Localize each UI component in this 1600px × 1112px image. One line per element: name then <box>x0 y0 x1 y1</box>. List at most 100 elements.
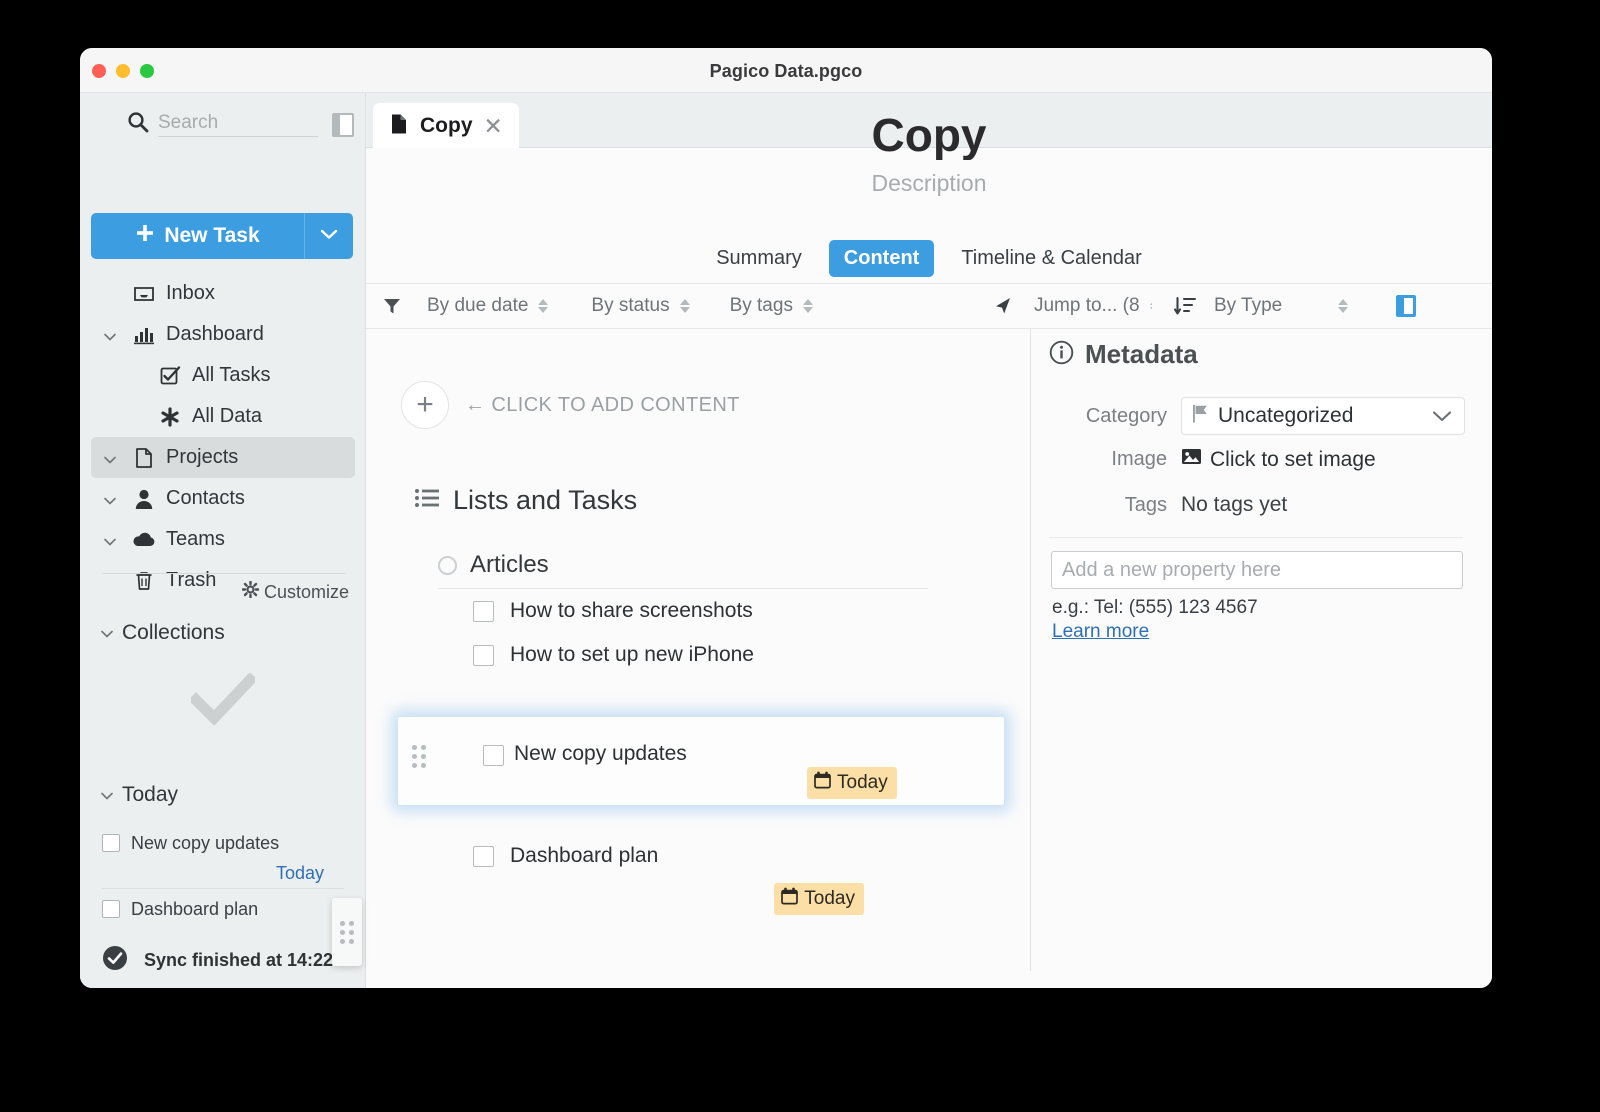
category-select[interactable]: Uncategorized <box>1181 397 1465 435</box>
filter-by-tags[interactable]: By tags <box>730 295 813 317</box>
right-panel-icon[interactable] <box>1396 295 1417 317</box>
tab-summary[interactable]: Summary <box>701 240 817 277</box>
list-name: Articles <box>470 551 549 578</box>
sidebar-item-teams[interactable]: Teams <box>91 519 355 560</box>
sidebar-item-label: Teams <box>166 528 225 550</box>
stepper-icon[interactable] <box>1338 299 1349 313</box>
sidebar-item-label: Projects <box>166 446 239 468</box>
task-checkbox[interactable] <box>102 834 120 852</box>
chevron-down-icon[interactable] <box>103 493 117 511</box>
list-item[interactable]: Dashboard plan <box>80 889 366 929</box>
collections-empty-placeholder <box>80 672 365 730</box>
collections-label: Collections <box>122 621 225 644</box>
task-checkbox[interactable] <box>483 745 504 766</box>
task-row[interactable]: Dashboard plan <box>438 844 928 868</box>
plus-icon <box>135 223 155 249</box>
stepper-icon[interactable] <box>538 299 549 313</box>
task-label: Dashboard plan <box>510 844 659 867</box>
stepper-icon[interactable] <box>1149 299 1152 313</box>
sidebar-item-all-data[interactable]: All Data <box>91 396 355 437</box>
chevron-down-icon[interactable] <box>103 452 117 470</box>
window-body: New Task Inbox <box>80 93 1492 988</box>
tab-timeline-calendar[interactable]: Timeline & Calendar <box>946 240 1156 277</box>
task-due-date[interactable]: Today <box>102 863 344 884</box>
add-content-button[interactable]: + ← CLICK TO ADD CONTENT <box>401 381 740 429</box>
add-content-label: ← CLICK TO ADD CONTENT <box>465 394 740 417</box>
new-task-dropdown-button[interactable] <box>304 213 353 259</box>
check-circle-icon <box>102 945 128 976</box>
page-title[interactable]: Copy <box>872 109 987 160</box>
image-value-label: Click to set image <box>1210 447 1376 471</box>
checkmark-icon <box>187 672 258 730</box>
chevron-down-icon[interactable] <box>103 534 117 552</box>
gear-icon <box>241 580 260 603</box>
calendar-icon <box>781 887 799 911</box>
task-checkbox[interactable] <box>102 900 120 918</box>
sidebar-item-label: Inbox <box>166 282 215 304</box>
category-key: Category <box>1085 404 1167 427</box>
task-checkbox[interactable] <box>473 644 494 666</box>
new-task-control: New Task <box>91 213 353 259</box>
customize-button[interactable]: Customize <box>241 580 349 603</box>
sidebar-item-dashboard[interactable]: Dashboard <box>91 314 355 355</box>
sidebar-divider <box>102 573 346 574</box>
left-arrow-icon: ← <box>465 393 486 416</box>
task-checkbox[interactable] <box>473 845 494 867</box>
new-property-input[interactable] <box>1051 551 1463 589</box>
list-icon <box>414 487 440 514</box>
filter-label: By due date <box>427 295 529 316</box>
task-label: Dashboard plan <box>131 898 259 919</box>
jump-to-label: Jump to... (8 <box>1033 295 1140 316</box>
dragged-task-card[interactable]: New copy updates Today <box>397 716 1005 806</box>
filter-by-due-date[interactable]: By due date <box>427 295 549 317</box>
tags-key: Tags <box>1124 493 1167 516</box>
set-image-button[interactable]: Click to set image <box>1181 447 1376 472</box>
info-circle-icon <box>1049 340 1074 370</box>
asterisk-icon <box>157 406 183 428</box>
today-section-header[interactable]: Today <box>100 783 178 807</box>
list-header[interactable]: Articles <box>438 551 928 588</box>
task-checkbox[interactable] <box>473 600 494 622</box>
sidebar-panel-toggle-icon[interactable] <box>332 113 354 137</box>
collections-section-header[interactable]: Collections <box>100 621 225 645</box>
new-task-button[interactable]: New Task <box>91 213 304 259</box>
drag-handle-icon[interactable] <box>332 898 362 966</box>
search-icon <box>127 111 149 138</box>
due-date-badge[interactable]: Today <box>807 767 897 799</box>
tags-value[interactable]: No tags yet <box>1181 493 1287 517</box>
page-description[interactable]: Description <box>366 170 1492 197</box>
navigation-arrow-icon[interactable] <box>993 296 1013 316</box>
list-item[interactable]: New copy updates Today <box>80 823 366 884</box>
chart-bars-icon <box>131 325 157 345</box>
funnel-icon[interactable] <box>383 297 401 315</box>
customize-label: Customize <box>263 581 349 602</box>
sidebar-item-projects[interactable]: Projects <box>91 437 355 478</box>
document-icon <box>131 447 157 469</box>
search-input[interactable] <box>158 109 318 137</box>
stepper-icon[interactable] <box>679 299 690 313</box>
sidebar-item-all-tasks[interactable]: All Tasks <box>91 355 355 396</box>
due-date-badge[interactable]: Today <box>774 883 864 915</box>
drag-handle-icon[interactable] <box>412 745 426 768</box>
learn-more-link[interactable]: Learn more <box>1052 621 1149 643</box>
chevron-down-icon[interactable] <box>103 329 117 347</box>
list-item[interactable]: How to set up new iPhone <box>438 633 928 677</box>
jump-to-selector[interactable]: Jump to... (8 <box>1034 295 1152 317</box>
new-task-label: New Task <box>164 224 260 247</box>
sort-by-type[interactable]: By Type <box>1214 295 1349 317</box>
chevron-down-icon[interactable] <box>1431 409 1453 428</box>
cloud-icon <box>131 531 157 549</box>
sidebar-item-contacts[interactable]: Contacts <box>91 478 355 519</box>
task-label: New copy updates <box>514 742 687 765</box>
sidebar-item-inbox[interactable]: Inbox <box>91 273 355 314</box>
list-articles: Articles How to share screenshots How to… <box>438 551 928 677</box>
task-dashboard-plan[interactable]: Dashboard plan Today <box>438 844 928 915</box>
tab-content[interactable]: Content <box>828 239 935 277</box>
view-tabs: Summary Content Timeline & Calendar <box>366 233 1492 283</box>
filter-by-status[interactable]: By status <box>591 295 690 317</box>
stepper-icon[interactable] <box>802 299 813 313</box>
person-icon <box>131 488 157 510</box>
list-item[interactable]: How to share screenshots <box>438 589 928 633</box>
new-property-hint: e.g.: Tel: (555) 123 4567 <box>1052 597 1258 618</box>
sort-descending-icon[interactable] <box>1173 295 1198 317</box>
